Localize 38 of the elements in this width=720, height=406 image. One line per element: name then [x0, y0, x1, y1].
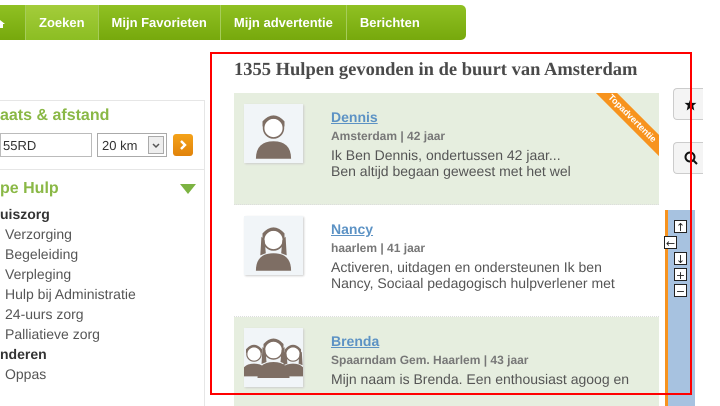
search-icon — [684, 151, 698, 165]
results-title: 1355 Hulpen gevonden in de buurt van Amsterdam — [234, 60, 638, 81]
category-group[interactable]: nderen — [0, 344, 204, 364]
category-group[interactable]: uiszorg — [0, 204, 204, 224]
map-control[interactable]: + — [674, 268, 687, 281]
category-item[interactable]: Hulp bij Administratie — [0, 284, 204, 304]
star-icon — [684, 98, 697, 110]
map-control[interactable]: − — [674, 284, 687, 297]
profile-description: Ik Ben Dennis, ondertussen 42 jaar... Ben altijd begaan geweest met het wel — [331, 147, 571, 179]
category-item[interactable]: Verpleging — [0, 264, 204, 284]
category-item[interactable]: 24-uurs zorg — [0, 304, 204, 324]
postcode-field[interactable]: 55RD — [0, 133, 92, 157]
map-control[interactable]: ← — [664, 236, 677, 249]
search-button[interactable] — [673, 142, 703, 174]
distance-select[interactable]: 20 km — [97, 133, 167, 157]
profile-meta: Amsterdam | 42 jaar — [331, 129, 446, 143]
profile-description: Activeren, uitdagen en ondersteunen Ik ben Nancy, Sociaal pedagogisch hulpverlener met — [331, 259, 615, 291]
chevron-icon — [180, 140, 186, 150]
category-item[interactable]: Verzorging — [0, 224, 204, 244]
profile-meta: haarlem | 41 jaar — [331, 241, 426, 255]
category-item[interactable]: Palliatieve zorg — [0, 324, 204, 344]
map-control[interactable]: ↑ — [674, 220, 687, 233]
category-item[interactable]: Oppas — [0, 364, 204, 384]
profile-description: Mijn naam is Brenda. Een enthousiast agoog en — [331, 371, 630, 387]
section-heading: aats & afstand — [0, 107, 110, 125]
section-heading: pe Hulp — [0, 180, 59, 198]
category-item[interactable]: Begeleiding — [0, 244, 204, 264]
avatar-icon — [244, 328, 303, 387]
favorite-button[interactable] — [673, 88, 703, 120]
avatar-icon — [244, 104, 303, 163]
submit-button[interactable] — [173, 134, 193, 156]
profile-meta: Spaarndam Gem. Haarlem | 43 jaar — [331, 353, 530, 367]
map-placeholder[interactable]: ↑ ← ↓ + − — [665, 210, 695, 406]
avatar-icon — [244, 216, 303, 275]
home-icon[interactable] — [0, 18, 7, 28]
collapse-triangle-icon[interactable] — [180, 184, 196, 194]
caret-icon — [148, 136, 164, 154]
map-control[interactable]: ↓ — [674, 252, 687, 265]
